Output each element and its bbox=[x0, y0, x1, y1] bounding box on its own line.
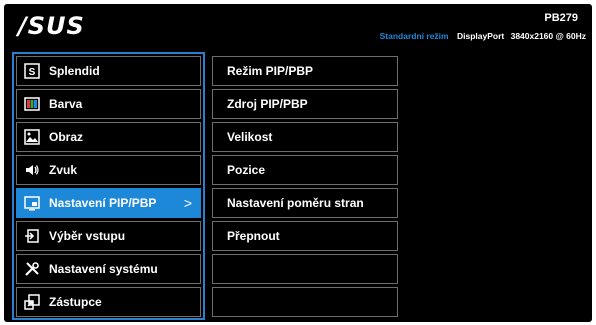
menu-label: Obraz bbox=[49, 130, 84, 144]
chevron-right-icon: > bbox=[183, 195, 192, 211]
system-settings-icon bbox=[23, 260, 41, 278]
submenu-item-empty bbox=[212, 287, 398, 317]
speaker-icon bbox=[23, 161, 41, 179]
color-icon bbox=[23, 95, 41, 113]
pip-icon bbox=[23, 194, 41, 212]
menu-label: Splendid bbox=[49, 64, 100, 78]
osd-menu: /SUS PB279 Standardní režim DisplayPort … bbox=[4, 4, 592, 322]
image-icon bbox=[23, 128, 41, 146]
model-name: PB279 bbox=[544, 12, 578, 24]
submenu-item-pip-source[interactable]: Zdroj PIP/PBP bbox=[212, 89, 398, 119]
main-menu: S Splendid Barva Obraz Zvuk Nastavení PI… bbox=[12, 52, 205, 320]
menu-item-system-settings[interactable]: Nastavení systému bbox=[16, 254, 201, 284]
menu-label: Zástupce bbox=[49, 295, 102, 309]
osd-header: /SUS PB279 Standardní režim DisplayPort … bbox=[4, 4, 592, 50]
svg-text:S: S bbox=[29, 67, 36, 78]
current-mode: Standardní režim bbox=[379, 31, 449, 41]
menu-item-pip-pbp[interactable]: Nastavení PIP/PBP > bbox=[16, 188, 201, 218]
menu-label: Barva bbox=[49, 97, 83, 111]
submenu-item-position[interactable]: Pozice bbox=[212, 155, 398, 185]
menu-item-shortcut[interactable]: Zástupce bbox=[16, 287, 201, 317]
submenu-item-size[interactable]: Velikost bbox=[212, 122, 398, 152]
menu-item-sound[interactable]: Zvuk bbox=[16, 155, 201, 185]
asus-logo: /SUS bbox=[18, 12, 85, 40]
menu-label: Nastavení systému bbox=[49, 262, 158, 276]
menu-item-image[interactable]: Obraz bbox=[16, 122, 201, 152]
menu-label: Zvuk bbox=[49, 163, 78, 177]
menu-item-color[interactable]: Barva bbox=[16, 89, 201, 119]
status-line: Standardní režim DisplayPort 3840x2160 @… bbox=[380, 31, 586, 41]
input-select-icon bbox=[23, 227, 41, 245]
shortcut-icon bbox=[23, 293, 41, 311]
resolution: 3840x2160 @ 60Hz bbox=[510, 31, 586, 41]
submenu-item-swap[interactable]: Přepnout bbox=[212, 221, 398, 251]
menu-label: Nastavení PIP/PBP bbox=[49, 196, 157, 210]
menu-item-splendid[interactable]: S Splendid bbox=[16, 56, 201, 86]
input-port: DisplayPort bbox=[456, 31, 505, 41]
submenu-item-pip-mode[interactable]: Režim PIP/PBP bbox=[212, 56, 398, 86]
submenu: Režim PIP/PBP Zdroj PIP/PBP Velikost Poz… bbox=[212, 54, 398, 320]
submenu-item-aspect-ratio[interactable]: Nastavení poměru stran bbox=[212, 188, 398, 218]
splendid-icon: S bbox=[23, 62, 41, 80]
menu-label: Výběr vstupu bbox=[49, 229, 126, 243]
menu-item-input-select[interactable]: Výběr vstupu bbox=[16, 221, 201, 251]
submenu-item-empty bbox=[212, 254, 398, 284]
